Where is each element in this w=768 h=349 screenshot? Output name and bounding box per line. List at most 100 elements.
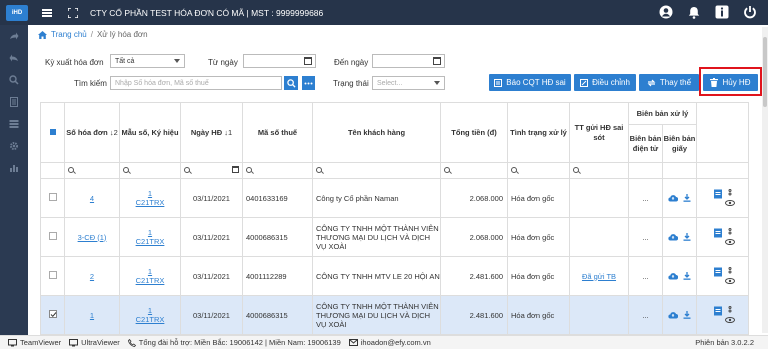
mau-so-link[interactable]: 1 (148, 267, 152, 276)
cell-tt-gui[interactable]: Đã gửi TB (569, 256, 629, 296)
settings-icon[interactable] (0, 135, 28, 157)
reply-icon[interactable] (0, 47, 28, 69)
power-icon[interactable] (742, 4, 758, 20)
eye-icon[interactable] (724, 316, 735, 323)
invoice-link[interactable]: 3-CĐ (1) (78, 233, 107, 242)
ultraviewer-link[interactable]: UltraViewer (69, 338, 120, 347)
upload-cloud-icon[interactable] (668, 233, 678, 241)
upload-cloud-icon[interactable] (668, 311, 678, 319)
filter-tinh-trang[interactable] (507, 162, 570, 179)
eye-icon[interactable] (724, 238, 735, 245)
cell-bb-dien-tu[interactable]: ... (628, 178, 663, 218)
breadcrumb-home[interactable]: Trang chủ (51, 30, 87, 39)
scrollbar-thumb[interactable] (763, 37, 767, 107)
cell-so-hd[interactable]: 1 (64, 295, 120, 335)
upload-cloud-icon[interactable] (668, 272, 678, 280)
filter-tong-tien[interactable] (440, 162, 508, 179)
cell-so-hd[interactable]: 2 (64, 256, 120, 296)
row-checkbox[interactable] (48, 271, 57, 279)
filter-so-hd[interactable] (64, 162, 120, 179)
eye-icon[interactable] (724, 199, 735, 206)
header-ten-kh[interactable]: Tên khách hàng (312, 102, 441, 163)
info-icon[interactable] (714, 4, 730, 20)
file-icon[interactable] (713, 267, 723, 277)
download-icon[interactable] (683, 272, 691, 280)
sort-icon[interactable]: ↓1 (224, 128, 232, 137)
row-checkbox-cell[interactable] (40, 217, 65, 257)
teamviewer-link[interactable]: TeamViewer (8, 338, 61, 347)
download-icon[interactable] (683, 311, 691, 319)
header-so-hd[interactable]: Số hóa đơn ↓2 (64, 102, 120, 163)
filter-mau-so[interactable] (119, 162, 181, 179)
filter-ngay[interactable] (180, 162, 243, 179)
bao-cqt-button[interactable]: Báo CQT HĐ sai (489, 74, 571, 91)
user-icon[interactable] (658, 4, 674, 20)
mau-so-link[interactable]: 1 (148, 228, 152, 237)
cell-bb-dien-tu[interactable]: ... (628, 256, 663, 296)
more-vertical-icon[interactable] (728, 305, 732, 316)
row-checkbox[interactable] (48, 193, 57, 201)
table-row[interactable]: 2 1 C21TRX 03/11/2021 4001112289 CÔNG TY … (40, 256, 749, 296)
vertical-scrollbar[interactable] (762, 27, 768, 333)
header-select-all[interactable] (40, 102, 65, 163)
eye-icon[interactable] (724, 277, 735, 284)
ky-hieu-link[interactable]: C21TRX (136, 315, 165, 324)
invoice-link[interactable]: 4 (90, 194, 94, 203)
mau-so-link[interactable]: 1 (148, 306, 152, 315)
cell-so-hd[interactable]: 4 (64, 178, 120, 218)
mau-so-link[interactable]: 1 (148, 189, 152, 198)
row-checkbox-cell[interactable] (40, 178, 65, 218)
invoice-link[interactable]: 2 (90, 272, 94, 281)
download-icon[interactable] (683, 194, 691, 202)
filter-tt-gui[interactable] (569, 162, 629, 179)
checkbox-all[interactable] (49, 128, 56, 135)
cell-mau-so[interactable]: 1 C21TRX (119, 295, 181, 335)
list-icon[interactable] (0, 113, 28, 135)
chart-icon[interactable] (0, 157, 28, 179)
ky-hieu-link[interactable]: C21TRX (136, 198, 165, 207)
table-row[interactable]: 3-CĐ (1) 1 C21TRX 03/11/2021 4000686315 C… (40, 217, 749, 257)
thay-the-button[interactable]: Thay thế (639, 74, 699, 91)
tt-gui-link[interactable]: Đã gửi TB (582, 272, 616, 281)
filter-mst[interactable] (242, 162, 313, 179)
dieu-chinh-button[interactable]: Điều chỉnh (574, 74, 636, 91)
den-ngay-input[interactable] (372, 54, 445, 68)
file-icon[interactable] (713, 306, 723, 316)
search-icon[interactable] (0, 69, 28, 91)
share-icon[interactable] (0, 25, 28, 47)
download-icon[interactable] (683, 233, 691, 241)
file-icon[interactable] (713, 189, 723, 199)
tu-ngay-input[interactable] (243, 54, 316, 68)
calendar-icon[interactable] (433, 57, 441, 65)
bell-icon[interactable] (686, 4, 702, 20)
ky-xuat-select[interactable]: Tất cả (110, 54, 185, 68)
header-tong-tien[interactable]: Tổng tiền (đ) (440, 102, 508, 163)
more-options-button[interactable] (302, 76, 315, 90)
ky-hieu-link[interactable]: C21TRX (136, 276, 165, 285)
search-button[interactable] (284, 76, 298, 90)
more-vertical-icon[interactable] (728, 188, 732, 199)
fullscreen-icon[interactable] (67, 6, 79, 19)
email-link[interactable]: ihoadon@efy.com.vn (348, 338, 431, 347)
header-ngay-hd[interactable]: Ngày HĐ ↓1 (180, 102, 243, 163)
file-icon[interactable] (713, 228, 723, 238)
sort-icon[interactable]: ↓2 (110, 128, 118, 137)
header-mst[interactable]: Mã số thuế (242, 102, 313, 163)
cell-bb-dien-tu[interactable]: ... (628, 295, 663, 335)
cell-mau-so[interactable]: 1 C21TRX (119, 178, 181, 218)
upload-cloud-icon[interactable] (668, 194, 678, 202)
header-mau-so[interactable]: Mẫu số, Ký hiệu (119, 102, 181, 163)
table-row-selected[interactable]: 1 1 C21TRX 03/11/2021 4000686315 CÔNG TY … (40, 295, 749, 335)
cell-bb-dien-tu[interactable]: ... (628, 217, 663, 257)
menu-icon[interactable] (42, 8, 52, 17)
header-tt-gui[interactable]: TT gửi HĐ sai sót (569, 102, 629, 163)
document-icon[interactable] (0, 91, 28, 113)
cell-mau-so[interactable]: 1 C21TRX (119, 217, 181, 257)
invoice-link[interactable]: 1 (90, 311, 94, 320)
calendar-icon[interactable] (232, 166, 239, 173)
row-checkbox-checked[interactable] (48, 310, 57, 318)
ky-hieu-link[interactable]: C21TRX (136, 237, 165, 246)
cell-so-hd[interactable]: 3-CĐ (1) (64, 217, 120, 257)
calendar-icon[interactable] (304, 57, 312, 65)
table-row[interactable]: 4 1 C21TRX 03/11/2021 0401633169 Công ty … (40, 178, 749, 218)
